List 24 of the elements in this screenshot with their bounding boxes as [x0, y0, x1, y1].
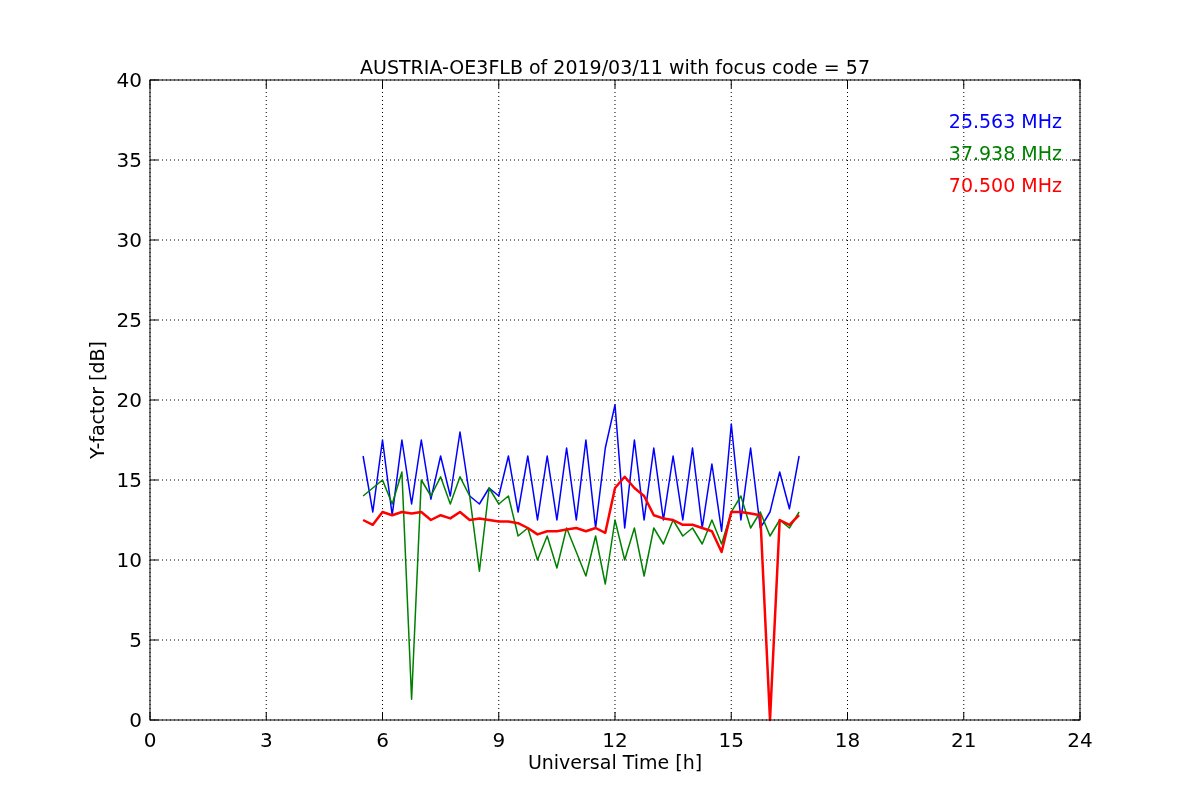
tick-label: 21	[951, 728, 977, 752]
tick-label: 9	[492, 728, 506, 752]
tick-label: 6	[376, 728, 389, 752]
legend-label: 37.938 MHz	[948, 142, 1062, 164]
legend-label: 25.563 MHz	[948, 110, 1062, 132]
tick-label: 10	[116, 548, 142, 572]
tick-label: 40	[116, 68, 142, 92]
tick-label: 30	[116, 228, 142, 252]
tick-label: 12	[602, 728, 628, 752]
tick-label: 35	[116, 148, 142, 172]
tick-label: 3	[259, 728, 273, 752]
tick-label: 0	[129, 708, 142, 732]
tick-label: 25	[116, 308, 142, 332]
tick-label: 24	[1067, 728, 1093, 752]
tick-label: 5	[129, 628, 142, 652]
tick-label: 0	[143, 728, 157, 752]
axis-label: Y-factor [dB]	[86, 341, 108, 459]
tick-label: 15	[718, 728, 744, 752]
tick-label: 20	[116, 388, 142, 412]
chart-title: AUSTRIA-OE3FLB of 2019/03/11 with focus code = 57	[360, 56, 870, 78]
tick-label: 15	[116, 468, 142, 492]
axis-label: Universal Time [h]	[527, 751, 703, 773]
legend-label: 70.500 MHz	[948, 174, 1062, 196]
tick-label: 18	[834, 728, 861, 752]
